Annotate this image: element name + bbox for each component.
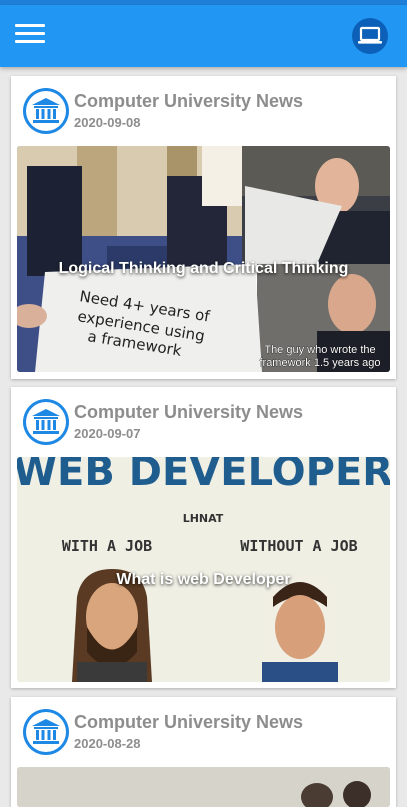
- image-label: WITH A JOB: [62, 537, 152, 555]
- hamburger-menu-icon[interactable]: [15, 24, 45, 48]
- meme-caption: The guy who wrote the: [264, 344, 375, 356]
- news-card[interactable]: Computer University News 2020-09-07 WEB …: [11, 387, 396, 688]
- news-source: Computer University News: [74, 712, 304, 732]
- post-image[interactable]: WEB DEVELOPER LHNAT WITH A JOB WITHOUT A…: [17, 457, 390, 682]
- menu-line: [15, 24, 45, 27]
- app-bar: [0, 5, 407, 67]
- post-title: Logical Thinking and Critical Thinking: [58, 260, 349, 277]
- image-label: WITHOUT A JOB: [240, 537, 357, 555]
- menu-line: [15, 32, 45, 35]
- web-developer-image: WEB DEVELOPER LHNAT WITH A JOB WITHOUT A…: [17, 457, 390, 682]
- post-date: 2020-09-07: [74, 426, 141, 441]
- avatar: [23, 709, 69, 755]
- laptop-icon: [358, 26, 382, 44]
- news-card[interactable]: Computer University News 2020-09-08 Need…: [11, 76, 396, 379]
- laptop-button[interactable]: [352, 18, 388, 54]
- menu-line: [15, 40, 45, 43]
- avatar: [23, 399, 69, 445]
- post-date: 2020-08-28: [74, 736, 141, 751]
- image-brand: LHNAT: [183, 512, 224, 525]
- avatar: [23, 88, 69, 134]
- post-title: What is web Developer: [116, 571, 291, 588]
- meme-image: Need 4+ years of experience using a fram…: [17, 146, 390, 372]
- university-icon: [32, 98, 60, 123]
- news-source: Computer University News: [74, 91, 304, 111]
- news-card[interactable]: Computer University News 2020-08-28: [11, 697, 396, 807]
- university-icon: [32, 409, 60, 434]
- post-date: 2020-09-08: [74, 115, 141, 130]
- university-icon: [32, 719, 60, 744]
- post-image[interactable]: [17, 767, 390, 807]
- meme-caption: framework 1.5 years ago: [259, 357, 380, 369]
- image-heading: WEB DEVELOPER: [17, 457, 390, 495]
- post-image-preview: [17, 767, 390, 807]
- news-source: Computer University News: [74, 402, 304, 422]
- post-image[interactable]: Need 4+ years of experience using a fram…: [17, 146, 390, 372]
